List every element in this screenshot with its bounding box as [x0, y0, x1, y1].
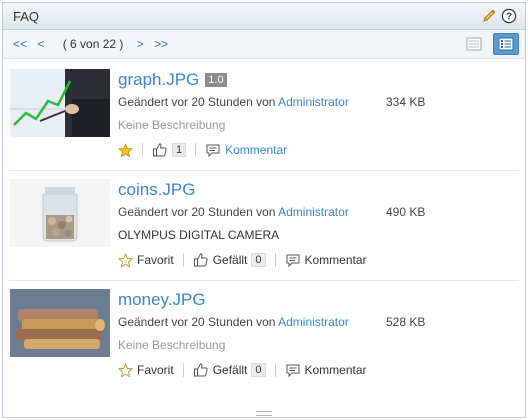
version-badge: 1.0 — [205, 73, 227, 87]
like-count: 0 — [251, 363, 266, 377]
grid-view-icon — [466, 37, 482, 51]
grid-view-button[interactable] — [461, 33, 487, 55]
author-link[interactable]: Administrator — [278, 205, 349, 219]
comment-label: Kommentar — [304, 363, 367, 377]
favorite-button[interactable]: Favorit — [118, 252, 174, 268]
author-link[interactable]: Administrator — [278, 95, 349, 109]
resize-grip[interactable] — [256, 411, 272, 416]
thumbnail-money[interactable] — [10, 289, 110, 357]
modified-text: Geändert vor 20 Stunden von — [118, 205, 276, 219]
comment-icon — [286, 364, 299, 377]
list-view-button[interactable] — [493, 33, 519, 55]
like-button[interactable]: Gefällt 0 — [193, 252, 266, 268]
comment-icon — [286, 254, 299, 267]
modified-text: Geändert vor 20 Stunden von — [118, 95, 276, 109]
file-name-link[interactable]: money.JPG — [118, 290, 206, 310]
favorite-label: Favorit — [137, 253, 174, 267]
description: Keine Beschreibung — [118, 118, 226, 132]
svg-text:?: ? — [506, 12, 512, 23]
help-icon[interactable]: ? — [501, 8, 517, 24]
file-name-link[interactable]: coins.JPG — [118, 180, 195, 200]
prev-page-link[interactable]: < — [37, 37, 44, 51]
file-name-link[interactable]: graph.JPG — [118, 70, 199, 90]
list-view-icon — [498, 37, 514, 51]
description: Keine Beschreibung — [118, 338, 226, 352]
file-size: 334 KB — [386, 95, 426, 109]
description: OLYMPUS DIGITAL CAMERA — [118, 228, 280, 242]
author-link[interactable]: Administrator — [278, 315, 349, 329]
last-page-link[interactable]: >> — [154, 37, 168, 51]
thumbs-up-icon — [193, 363, 208, 377]
thumbnail-coins[interactable] — [10, 179, 110, 247]
first-page-link[interactable]: << — [13, 37, 27, 51]
pagination-nav: << < ( 6 von 22 ) > >> — [13, 37, 175, 51]
list-item: coins.JPG Geändert vor 20 Stunden von Ad… — [9, 171, 519, 281]
favorite-button[interactable] — [118, 142, 133, 158]
like-button[interactable]: Gefällt 0 — [193, 362, 266, 378]
list-item: money.JPG Geändert vor 20 Stunden von Ad… — [9, 281, 519, 391]
star-outline-icon — [118, 362, 133, 377]
file-size: 528 KB — [386, 315, 426, 329]
comment-label: Kommentar — [225, 143, 288, 157]
pencil-icon[interactable] — [481, 8, 497, 24]
favorite-label: Favorit — [137, 363, 174, 377]
thumbs-up-icon — [193, 253, 208, 267]
next-page-link[interactable]: > — [137, 37, 144, 51]
file-size: 490 KB — [386, 205, 426, 219]
star-outline-icon — [118, 252, 133, 267]
pagination-toolbar: << < ( 6 von 22 ) > >> — [3, 30, 525, 59]
like-label: Gefällt — [212, 253, 248, 267]
comment-icon — [206, 144, 220, 157]
thumbnail-graph[interactable] — [10, 69, 110, 137]
portlet-titlebar: FAQ ? — [3, 3, 525, 30]
like-label: Gefällt — [212, 363, 248, 377]
document-list: graph.JPG 1.0 Geändert vor 20 Stunden vo… — [3, 61, 525, 391]
list-item: graph.JPG 1.0 Geändert vor 20 Stunden vo… — [9, 61, 519, 171]
comment-label: Kommentar — [304, 253, 367, 267]
like-count: 0 — [251, 253, 266, 267]
like-count: 1 — [172, 143, 187, 157]
comment-button[interactable]: Kommentar — [285, 253, 367, 268]
star-filled-icon — [118, 142, 133, 157]
thumbs-up-icon — [153, 143, 167, 157]
comment-button[interactable]: Kommentar — [285, 363, 367, 378]
portlet-title: FAQ — [13, 8, 40, 24]
faq-portlet: FAQ ? << < ( 6 von 22 ) > >> graph.JPG 1… — [2, 2, 526, 418]
comment-button[interactable]: Kommentar — [205, 143, 287, 158]
like-button[interactable]: 1 — [152, 142, 187, 158]
modified-text: Geändert vor 20 Stunden von — [118, 315, 276, 329]
favorite-button[interactable]: Favorit — [118, 362, 174, 378]
page-counter: ( 6 von 22 ) — [62, 37, 124, 51]
